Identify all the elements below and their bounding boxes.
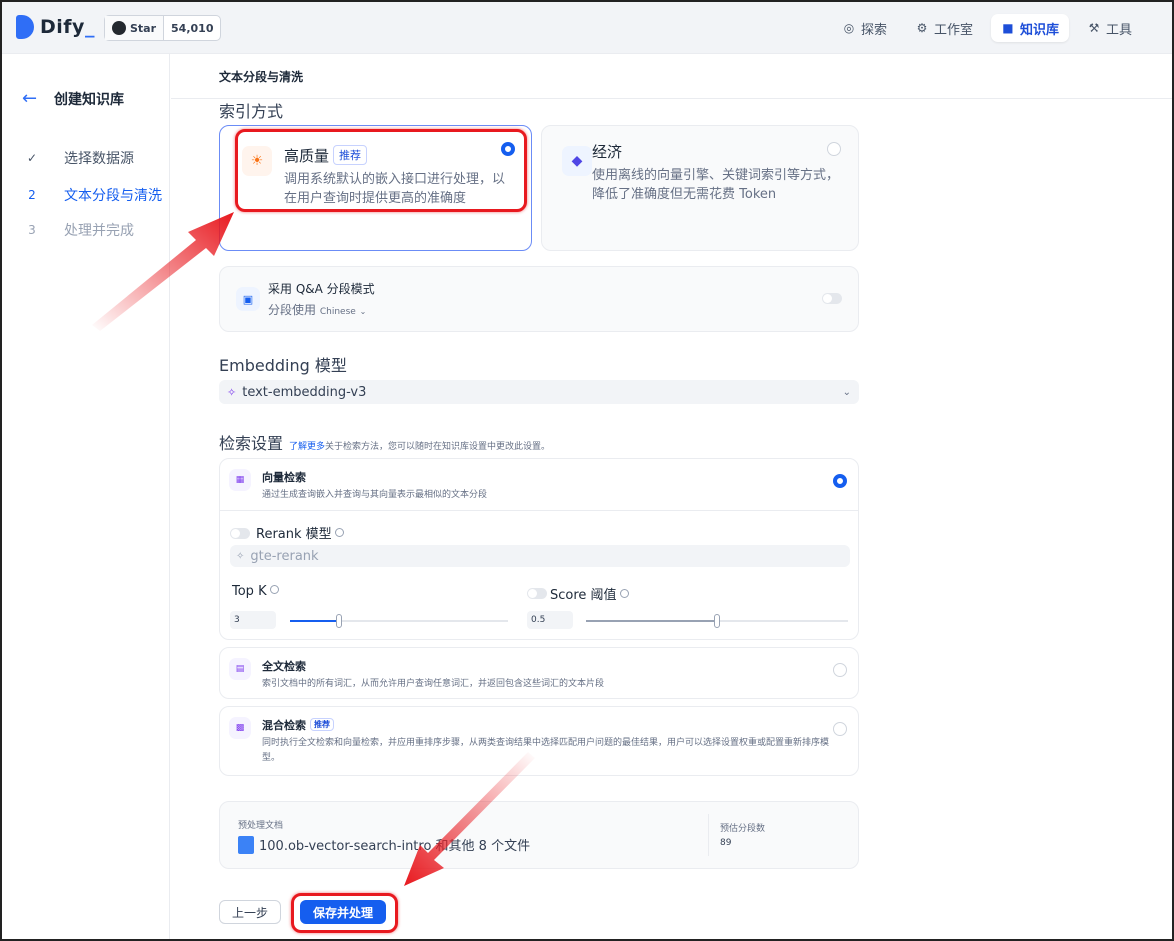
fulltext-search-icon: ▤ [229, 658, 251, 680]
page-title: 文本分段与清洗 [219, 70, 304, 84]
qa-language-select[interactable]: 分段使用 Chinese ⌄ [268, 301, 366, 318]
rerank-label: Rerank 模型 [256, 523, 344, 542]
retrieval-title: 检索设置 [219, 434, 284, 453]
score-threshold-input[interactable]: 0.5 [527, 611, 573, 629]
prev-step-button[interactable]: 上一步 [219, 900, 281, 924]
index-economy-card[interactable]: ◆ 经济 使用离线的向量引擎、关键词索引等方式， 降低了准确度但无需花费 Tok… [541, 125, 859, 251]
piggy-bank-icon: ◆ [562, 146, 592, 176]
chevron-down-icon: ⌄ [842, 386, 851, 398]
back-button[interactable]: ← 创建知识库 [22, 88, 124, 109]
chat-icon: ▣ [236, 287, 260, 311]
hybrid-search-icon: ▩ [229, 717, 251, 739]
book-icon: ■ [1002, 21, 1014, 35]
score-slider-handle[interactable] [714, 614, 720, 628]
document-icon [238, 835, 254, 854]
compass-icon: ◎ [843, 21, 855, 35]
step-select-source[interactable]: ✓ 选择数据源 [24, 148, 134, 168]
topk-input[interactable]: 3 [230, 611, 276, 629]
score-threshold-label: Score 阈值 [550, 584, 629, 603]
annotation-highlight-high-quality [235, 129, 527, 212]
help-icon [619, 589, 629, 598]
top-bar: Dify_ Star 54,010 ◎ 探索 ⚙ 工作室 ■ 知识库 ⚒ 工具 [2, 2, 1172, 54]
brand-name: Dify [40, 16, 85, 38]
arrow-left-icon: ← [22, 88, 38, 109]
embedding-model-select[interactable]: ✧ text-embedding-v3 ⌄ [219, 380, 859, 404]
github-icon [112, 21, 126, 35]
nav-studio[interactable]: ⚙ 工作室 [905, 14, 983, 42]
help-icon [269, 585, 279, 594]
rerank-toggle[interactable] [230, 528, 250, 539]
chevron-down-icon: ⌄ [359, 307, 367, 316]
score-threshold-toggle[interactable] [527, 588, 547, 599]
robot-icon: ⚙ [916, 21, 928, 35]
index-method-title: 索引方式 [219, 102, 284, 121]
github-star-button[interactable]: Star 54,010 [104, 15, 222, 41]
nav-explore[interactable]: ◎ 探索 [832, 14, 897, 42]
main-nav: ◎ 探索 ⚙ 工作室 ■ 知识库 ⚒ 工具 [832, 14, 1142, 42]
document-list: 100.ob-vector-search-intro 和其他 8 个文件 [238, 835, 530, 854]
steps-sidebar: ← 创建知识库 ✓ 选择数据源 2 文本分段与清洗 3 处理并完成 [2, 54, 170, 939]
learn-more-link[interactable]: 了解更多 [289, 439, 325, 452]
nav-knowledge[interactable]: ■ 知识库 [990, 14, 1069, 42]
sidebar-title: 创建知识库 [54, 91, 124, 108]
estimated-segments: 89 [720, 838, 732, 848]
fulltext-search-card[interactable]: ▤ 全文检索 索引文档中的所有词汇，从而允许用户查询任意词汇，并返回包含这些词汇… [219, 647, 859, 699]
economy-radio[interactable] [827, 142, 841, 156]
help-icon [334, 528, 344, 537]
vector-search-radio[interactable] [833, 474, 847, 488]
hybrid-search-card[interactable]: ▩ 混合检索 推荐 同时执行全文检索和向量检索，并应用重排序步骤，从两类查询结果中… [219, 706, 859, 776]
embedding-title: Embedding 模型 [219, 356, 347, 375]
step-process-finish: 3 处理并完成 [28, 223, 134, 239]
qa-mode-title: 采用 Q&A 分段模式 [268, 282, 375, 296]
step-text-segment[interactable]: 2 文本分段与清洗 [24, 185, 162, 205]
topk-label: Top K [232, 584, 279, 599]
nav-tools[interactable]: ⚒ 工具 [1077, 14, 1142, 42]
model-icon: ✧ [227, 385, 237, 399]
rerank-model-select[interactable]: ✧ gte-rerank [230, 545, 850, 567]
fulltext-search-radio[interactable] [833, 663, 847, 677]
vector-search-icon: ▦ [229, 469, 251, 491]
qa-mode-card: ▣ 采用 Q&A 分段模式 分段使用 Chinese ⌄ [219, 266, 859, 332]
topk-slider-handle[interactable] [336, 614, 342, 628]
dify-logo-icon [16, 15, 34, 39]
retrieval-hint: 关于检索方法，您可以随时在知识库设置中更改此设置。 [325, 442, 551, 452]
annotation-highlight-save [291, 893, 398, 933]
model-icon: ✧ [236, 550, 245, 562]
vector-search-card[interactable]: ▦ 向量检索 通过生成查询嵌入并查询与其向量表示最相似的文本分段 Rerank … [219, 458, 859, 640]
qa-mode-toggle[interactable] [822, 293, 842, 304]
tool-icon: ⚒ [1088, 21, 1100, 35]
preprocess-summary: 预处理文档 100.ob-vector-search-intro 和其他 8 个… [219, 801, 859, 869]
header-divider [171, 98, 1172, 99]
github-star-count: 54,010 [171, 21, 214, 35]
dify-logo[interactable]: Dify_ [16, 15, 95, 39]
check-icon: ✓ [26, 151, 38, 165]
recommend-badge: 推荐 [310, 718, 334, 731]
hybrid-search-radio[interactable] [833, 722, 847, 736]
